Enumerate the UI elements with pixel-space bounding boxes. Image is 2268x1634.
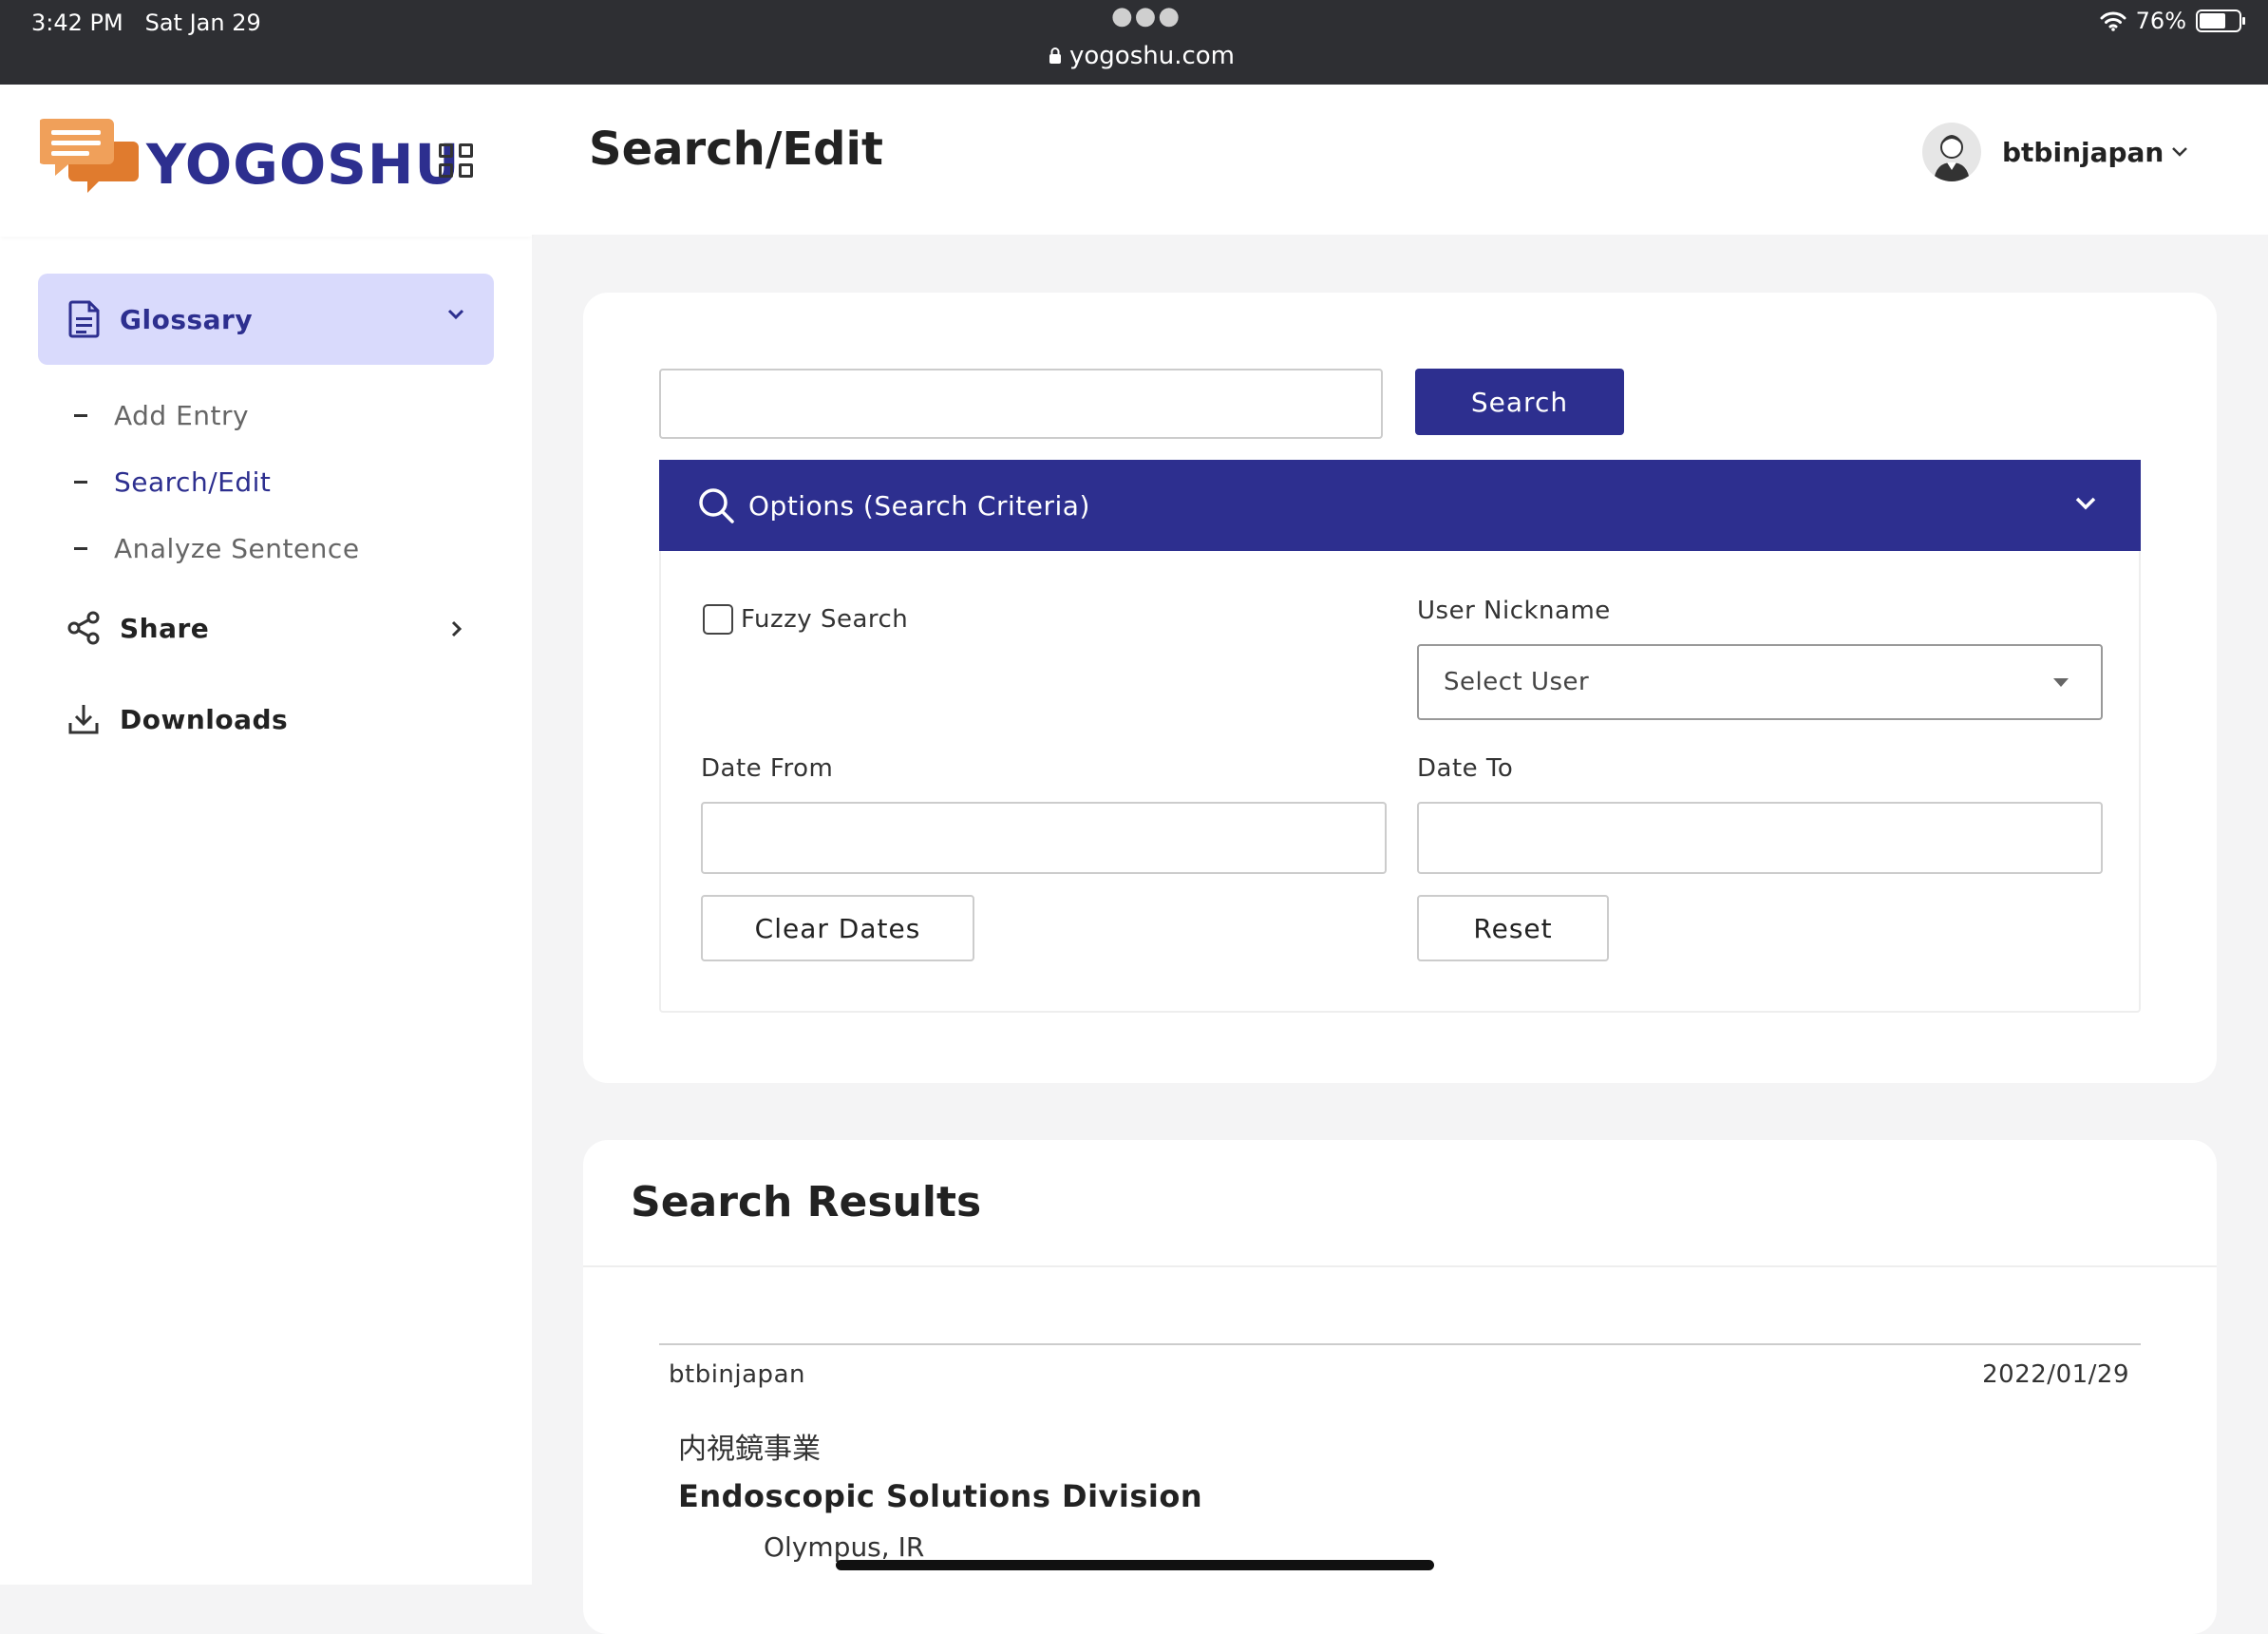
checkbox-box[interactable] [703,604,733,635]
user-menu[interactable]: btbinjapan [1922,123,2188,181]
date-text: Sat Jan 29 [144,10,261,36]
dash-icon [74,481,87,484]
logo-area: YOGOSHU [0,85,532,237]
clear-dates-button[interactable]: Clear Dates [701,895,974,961]
home-indicator[interactable] [836,1560,1434,1570]
fuzzy-search-label: Fuzzy Search [741,605,909,634]
sidebar-subitem-add-entry[interactable]: Add Entry [74,400,249,431]
result-user: btbinjapan [669,1360,805,1389]
sidebar-item-glossary[interactable]: Glossary [38,274,494,365]
address-bar[interactable]: yogoshu.com [1049,42,1235,70]
date-to-input[interactable] [1417,802,2103,874]
chevron-right-icon [451,620,463,637]
battery-percent: 76% [2135,8,2186,34]
battery-level [2200,13,2225,28]
url-text: yogoshu.com [1069,42,1236,70]
user-nickname-label: User Nickname [1417,597,1611,625]
avatar [1922,123,1981,181]
status-indicators: 76% [2100,8,2245,34]
fuzzy-search-checkbox[interactable]: Fuzzy Search [703,604,908,635]
sidebar-subitem-label: Analyze Sentence [114,533,360,564]
sidebar-item-share[interactable]: Share [66,611,465,645]
divider [659,1343,2141,1345]
options-accordion-header[interactable]: Options (Search Criteria) [659,460,2141,551]
time-text: 3:42 PM [31,10,123,36]
download-icon [68,705,99,734]
results-title: Search Results [631,1178,982,1226]
result-term-target[interactable]: Endoscopic Solutions Division [678,1478,1202,1514]
apps-grid-icon[interactable] [439,143,473,178]
date-from-label: Date From [701,754,834,783]
sidebar: YOGOSHU Glossary Add Entry Search/Edit A… [0,85,532,1585]
document-icon [68,300,100,338]
search-button[interactable]: Search [1415,369,1624,435]
chevron-down-icon [2172,147,2188,157]
search-card: Search Options (Search Criteria) Fuzzy S… [583,293,2217,1083]
logo-chat-icon [40,119,139,193]
sidebar-subitem-search-edit[interactable]: Search/Edit [74,466,271,498]
sidebar-item-label: Share [120,612,210,644]
select-value: Select User [1444,668,1590,696]
result-term-source: 内視鏡事業 [678,1433,821,1466]
share-icon [67,611,100,645]
status-time: 3:42 PM Sat Jan 29 [31,10,261,36]
sidebar-item-label: Glossary [120,303,254,335]
sidebar-item-downloads[interactable]: Downloads [66,702,288,736]
dash-icon [74,414,87,417]
battery-icon [2196,10,2245,32]
options-title: Options (Search Criteria) [748,489,1090,522]
browser-status-bar: 3:42 PM Sat Jan 29 ●●● yogoshu.com 76% [0,0,2268,85]
username: btbinjapan [2002,136,2164,168]
sidebar-subitem-analyze-sentence[interactable]: Analyze Sentence [74,533,360,564]
sidebar-subitem-label: Add Entry [114,400,250,431]
divider [583,1265,2217,1267]
options-panel: Options (Search Criteria) Fuzzy Search U… [659,460,2141,1013]
dash-icon [74,547,87,550]
sidebar-subitem-label: Search/Edit [114,466,272,498]
search-input[interactable] [659,369,1383,439]
wifi-icon [2100,11,2126,31]
chevron-down-icon [447,309,464,320]
date-to-label: Date To [1417,754,1514,783]
page-header: Search/Edit btbinjapan [532,85,2268,235]
lock-icon [1049,48,1061,64]
result-date: 2022/01/29 [1982,1360,2129,1389]
chevron-down-icon [2075,497,2096,510]
user-select[interactable]: Select User [1417,644,2103,720]
reset-button[interactable]: Reset [1417,895,1609,961]
date-from-input[interactable] [701,802,1387,874]
more-dots-icon[interactable]: ●●● [1111,2,1181,30]
brand-name: YOGOSHU [146,132,461,197]
result-source: Olympus, IR [764,1531,925,1563]
sidebar-item-label: Downloads [120,703,289,735]
search-icon [699,488,734,523]
page-title: Search/Edit [589,123,883,176]
dropdown-arrow-icon [2053,678,2069,687]
